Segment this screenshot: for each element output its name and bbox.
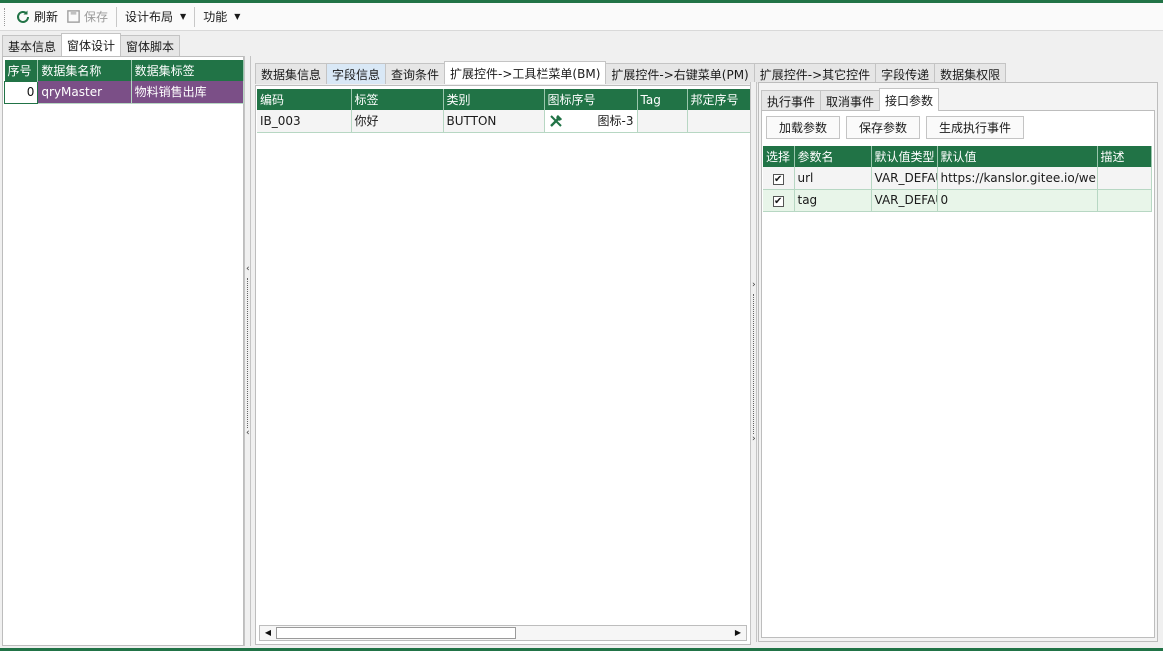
tools-icon: [549, 114, 562, 127]
event-config-panel: 执行事件 取消事件 接口参数 加载参数 保存参数 生成执行事件 选择 参数名 默…: [758, 82, 1158, 642]
tab-dataset-permissions[interactable]: 数据集权限: [934, 63, 1007, 84]
table-row[interactable]: ✔ tag VAR_DEFAULT 0: [763, 189, 1152, 212]
mid-tab-strip: 数据集信息 字段信息 查询条件 扩展控件->工具栏菜单(BM) 扩展控件->右键…: [255, 61, 1007, 84]
cell-dataset-name[interactable]: qryMaster: [37, 81, 132, 104]
collapse-right-icon[interactable]: ›: [752, 434, 756, 444]
dataset-list-panel: 序号 数据集名称 数据集标签 0 qryMaster 物料销售出库: [2, 56, 245, 646]
interface-params-panel: 加载参数 保存参数 生成执行事件 选择 参数名 默认值类型 默认值 描述 ✔ u…: [761, 110, 1155, 638]
collapse-left-icon[interactable]: ‹: [246, 264, 250, 274]
col-header-label[interactable]: 标签: [351, 89, 444, 110]
tab-form-design[interactable]: 窗体设计: [61, 33, 122, 56]
save-label: 保存: [84, 10, 109, 24]
scrollbar-thumb[interactable]: [276, 627, 516, 639]
save-button[interactable]: 保存: [62, 6, 112, 28]
toolbar-menu-grid: 编码 标签 类别 图标序号 Tag 邦定序号 IB_003 你好 BUTTON: [257, 89, 752, 133]
col-header-default-type[interactable]: 默认值类型: [871, 146, 938, 167]
cell-select[interactable]: ✔: [763, 189, 795, 212]
cell-icon-index[interactable]: 图标-3: [544, 110, 638, 133]
save-params-button[interactable]: 保存参数: [846, 116, 921, 139]
tab-interface-params[interactable]: 接口参数: [879, 88, 940, 111]
splitter-grip: [753, 294, 754, 434]
cell-dataset-label[interactable]: 物料销售出库: [131, 81, 245, 104]
cell-param-name[interactable]: tag: [794, 189, 872, 212]
table-row[interactable]: 0 qryMaster 物料销售出库: [3, 80, 245, 104]
col-header-default-value[interactable]: 默认值: [937, 146, 1098, 167]
tab-field-info[interactable]: 字段信息: [326, 63, 387, 84]
icon-index-value: 图标-3: [597, 114, 634, 129]
params-button-row: 加载参数 保存参数 生成执行事件: [762, 111, 1154, 143]
col-header-description[interactable]: 描述: [1097, 146, 1152, 167]
checkbox-checked[interactable]: ✔: [772, 173, 784, 185]
col-header-icon-index[interactable]: 图标序号: [544, 89, 638, 110]
col-header-tag[interactable]: Tag: [637, 89, 688, 110]
dataset-grid: 序号 数据集名称 数据集标签 0 qryMaster 物料销售出库: [3, 60, 245, 104]
cell-bind-index[interactable]: [687, 110, 752, 133]
tab-field-transfer[interactable]: 字段传递: [875, 63, 936, 84]
splitter-grip: [247, 278, 248, 428]
tab-basic-info[interactable]: 基本信息: [2, 35, 63, 56]
cell-select[interactable]: ✔: [763, 167, 795, 190]
cell-description[interactable]: [1097, 167, 1152, 190]
table-row[interactable]: IB_003 你好 BUTTON 图标-3: [257, 110, 752, 133]
col-header-select[interactable]: 选择: [763, 146, 795, 167]
tab-cancel-event[interactable]: 取消事件: [820, 90, 881, 111]
cell-default-type[interactable]: VAR_DEFAULT: [871, 189, 938, 212]
tab-other-controls[interactable]: 扩展控件->其它控件: [753, 63, 877, 84]
col-header-type[interactable]: 类别: [443, 89, 545, 110]
caret-down-icon: ▼: [234, 12, 241, 21]
function-dropdown[interactable]: 功能 ▼: [199, 6, 244, 28]
cell-tag[interactable]: [637, 110, 688, 133]
save-icon: [67, 10, 80, 23]
caret-down-icon: ▼: [180, 12, 187, 21]
checkbox-checked[interactable]: ✔: [772, 196, 784, 207]
load-params-button[interactable]: 加载参数: [766, 116, 841, 139]
cell-type[interactable]: BUTTON: [443, 110, 545, 133]
collapse-left-icon[interactable]: ‹: [246, 428, 250, 438]
cell-label[interactable]: 你好: [351, 110, 444, 133]
refresh-button[interactable]: 刷新: [11, 6, 62, 28]
cell-code[interactable]: IB_003: [257, 110, 352, 133]
cell-param-name[interactable]: url: [794, 167, 872, 190]
refresh-icon: [17, 10, 29, 23]
col-header-bind-index[interactable]: 邦定序号: [687, 89, 752, 110]
tab-toolbar-menu[interactable]: 扩展控件->工具栏菜单(BM): [444, 61, 607, 84]
tab-query-conditions[interactable]: 查询条件: [385, 63, 446, 84]
tab-context-menu[interactable]: 扩展控件->右键菜单(PM): [605, 63, 755, 84]
function-label: 功能: [203, 10, 228, 24]
top-tab-strip: 基本信息 窗体设计 窗体脚本: [2, 33, 181, 56]
main-toolbar: 刷新 保存 设计布局 ▼ 功能 ▼: [0, 3, 1163, 31]
generate-event-button[interactable]: 生成执行事件: [926, 116, 1025, 139]
design-layout-dropdown[interactable]: 设计布局 ▼: [121, 6, 190, 28]
params-grid: 选择 参数名 默认值类型 默认值 描述 ✔ url VAR_DEFAULT ht…: [763, 146, 1152, 212]
col-header-param-name[interactable]: 参数名: [794, 146, 872, 167]
col-header-dataset-name[interactable]: 数据集名称: [37, 60, 132, 81]
tab-form-script[interactable]: 窗体脚本: [120, 35, 181, 56]
cell-default-value[interactable]: https://kanslor.gitee.io/web: [937, 167, 1098, 190]
tab-execute-event[interactable]: 执行事件: [761, 90, 822, 111]
tab-dataset-info[interactable]: 数据集信息: [255, 63, 328, 84]
design-layout-label: 设计布局: [125, 10, 174, 24]
col-header-dataset-label[interactable]: 数据集标签: [131, 60, 245, 81]
cell-description[interactable]: [1097, 189, 1152, 212]
col-header-code[interactable]: 编码: [257, 89, 352, 110]
right-tab-strip: 执行事件 取消事件 接口参数: [761, 88, 940, 111]
toolbar-separator: [194, 6, 196, 27]
toolbar-grip[interactable]: [4, 7, 7, 26]
right-splitter[interactable]: › ›: [750, 82, 757, 642]
collapse-right-icon[interactable]: ›: [752, 280, 756, 290]
cell-default-type[interactable]: VAR_DEFAULT: [871, 167, 938, 190]
left-splitter[interactable]: ‹ ‹: [244, 56, 251, 646]
table-row[interactable]: ✔ url VAR_DEFAULT https://kanslor.gitee.…: [763, 167, 1152, 190]
scroll-right-icon[interactable]: ▶: [731, 627, 745, 639]
refresh-label: 刷新: [34, 10, 59, 24]
detail-area: 数据集信息 字段信息 查询条件 扩展控件->工具栏菜单(BM) 扩展控件->右键…: [252, 56, 1007, 646]
cell-index[interactable]: 0: [3, 80, 39, 104]
toolbar-menu-panel: 编码 标签 类别 图标序号 Tag 邦定序号 IB_003 你好 BUTTON: [255, 85, 752, 645]
horizontal-scrollbar[interactable]: ◀ ▶: [259, 625, 747, 641]
cell-default-value[interactable]: 0: [937, 189, 1098, 212]
col-header-index[interactable]: 序号: [4, 60, 39, 81]
toolbar-separator: [116, 6, 118, 27]
scroll-left-icon[interactable]: ◀: [261, 627, 275, 639]
